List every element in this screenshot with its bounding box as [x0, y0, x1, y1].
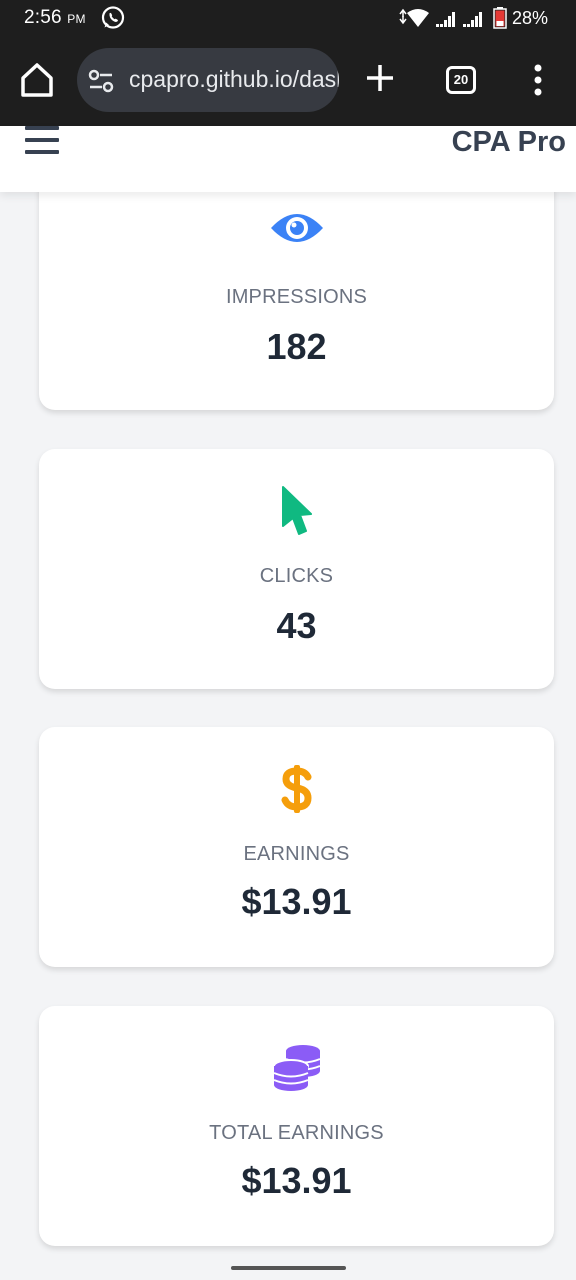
status-icons: 28% [397, 6, 548, 30]
card-label: EARNINGS [243, 843, 350, 865]
earnings-card: EARNINGS $13.91 [39, 727, 554, 967]
eye-icon [270, 214, 323, 242]
card-value: $13.91 [241, 881, 352, 922]
status-time-value: 2:56 [24, 7, 62, 28]
whatsapp-icon [101, 6, 125, 29]
clicks-card: CLICKS 43 [39, 449, 554, 689]
total-earnings-card: TOTAL EARNINGS $13.91 [39, 1006, 554, 1246]
browser-toolbar: cpapro.github.io/dashboard 20 [0, 36, 576, 126]
cursor-icon [281, 486, 312, 535]
more-vert-icon[interactable] [528, 62, 548, 98]
impressions-card: IMPRESSIONS 182 [39, 170, 554, 410]
plus-icon[interactable] [364, 62, 396, 94]
card-value: 182 [266, 326, 327, 367]
status-bar: 2:56 PM 28% [0, 0, 576, 36]
home-icon[interactable] [17, 58, 57, 102]
dashboard-content[interactable]: IMPRESSIONS 182 CLICKS 43 EARNINGS $13.9… [0, 126, 576, 1256]
app-header: CPA Pro [0, 126, 576, 192]
signal-icon [435, 12, 482, 27]
card-value: $13.91 [241, 1160, 352, 1201]
url-text[interactable]: cpapro.github.io/dashboard [129, 66, 339, 93]
card-label: IMPRESSIONS [225, 286, 368, 308]
gesture-handle[interactable] [231, 1266, 346, 1270]
brand-title[interactable]: CPA Pro [452, 126, 566, 159]
status-time: 2:56 PM [24, 7, 86, 29]
coins-icon [272, 1045, 320, 1091]
address-bar[interactable]: cpapro.github.io/dashboard [77, 48, 339, 112]
battery-percent: 28% [511, 7, 548, 28]
wifi-icon [399, 8, 429, 27]
card-value: 43 [276, 605, 317, 646]
status-time-suffix: PM [67, 12, 86, 26]
tune-icon[interactable] [87, 68, 115, 94]
tab-switcher-button[interactable]: 20 [446, 66, 476, 94]
card-label: CLICKS [259, 565, 334, 587]
hamburger-icon[interactable] [25, 126, 59, 156]
card-label: TOTAL EARNINGS [209, 1122, 384, 1144]
dollar-icon [281, 765, 312, 813]
battery-icon [493, 7, 507, 29]
